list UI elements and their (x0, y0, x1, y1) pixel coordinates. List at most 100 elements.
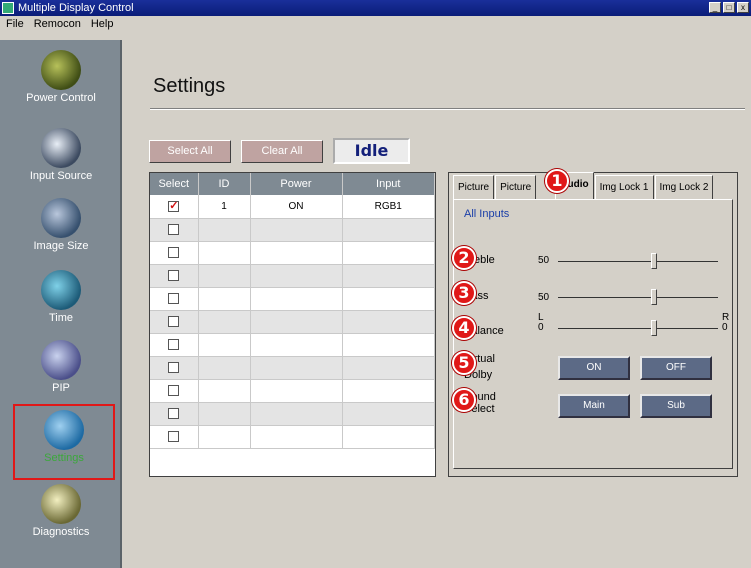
menu-file[interactable]: File (6, 16, 24, 32)
row-id-cell (198, 356, 251, 380)
row-checkbox[interactable] (168, 407, 180, 419)
row-select-cell (150, 402, 199, 426)
balance-left-value: 0 (538, 322, 544, 333)
table-row[interactable] (150, 425, 435, 449)
sidebar-item-label: Diagnostics (32, 526, 90, 538)
row-power-cell: ON (250, 195, 343, 219)
sidebar-item-pip[interactable]: PIP (0, 336, 122, 400)
sidebar-item-image-size[interactable]: Image Size (0, 194, 122, 258)
table-header-row: Select ID Power Input (150, 173, 435, 195)
title-divider (150, 108, 745, 110)
sidebar-item-label: Power Control (26, 92, 96, 104)
row-checkbox[interactable] (168, 292, 180, 304)
sidebar-item-time[interactable]: Time (0, 266, 122, 330)
dolby-on-button[interactable]: ON (558, 356, 630, 380)
audio-tab-body: All Inputs Treble 50 Bass 50 Balance L 0… (453, 199, 733, 469)
treble-slider[interactable] (558, 261, 718, 262)
minimize-button[interactable]: _ (709, 2, 721, 13)
table-row[interactable] (150, 218, 435, 242)
row-power-cell (250, 264, 343, 288)
tab-picture[interactable]: Picture (453, 175, 495, 199)
table-row[interactable]: 1ONRGB1 (150, 195, 435, 219)
tab-picture-2[interactable]: Picture (495, 175, 537, 199)
settings-icon (44, 410, 84, 450)
row-id-cell (198, 241, 251, 265)
diagnostics-icon (41, 484, 81, 524)
treble-slider-thumb[interactable] (651, 253, 657, 269)
maximize-button[interactable]: □ (723, 2, 735, 13)
row-power-cell (250, 241, 343, 265)
balance-slider[interactable] (558, 328, 718, 329)
balance-slider-thumb[interactable] (651, 320, 657, 336)
sidebar: Power Control Input Source Image Size Ti… (0, 40, 122, 568)
table-row[interactable] (150, 264, 435, 288)
table-row[interactable] (150, 402, 435, 426)
sidebar-item-label: Image Size (33, 240, 89, 252)
column-header-input[interactable]: Input (342, 173, 435, 195)
page-title: Settings (153, 75, 226, 97)
row-input-cell (342, 425, 435, 449)
input-source-icon (41, 128, 81, 168)
sidebar-item-label: PIP (52, 382, 70, 394)
column-header-id[interactable]: ID (198, 173, 251, 195)
row-checkbox[interactable] (168, 361, 180, 373)
table-row[interactable] (150, 310, 435, 334)
row-id-cell (198, 310, 251, 334)
row-id-cell (198, 264, 251, 288)
row-checkbox[interactable] (168, 430, 180, 442)
callout-badge-3: 3 (452, 281, 476, 305)
window-titlebar: Multiple Display Control _ □ x (0, 0, 751, 16)
sidebar-item-input-source[interactable]: Input Source (0, 124, 122, 188)
row-select-cell (150, 379, 199, 403)
row-select-cell (150, 333, 199, 357)
sidebar-item-power-control[interactable]: Power Control (0, 46, 122, 110)
sound-main-button[interactable]: Main (558, 394, 630, 418)
tab-img-lock-2[interactable]: Img Lock 2 (654, 175, 714, 199)
row-checkbox[interactable] (168, 223, 180, 235)
tab-img-lock-1[interactable]: Img Lock 1 (594, 175, 654, 199)
row-id-cell: 1 (198, 195, 251, 219)
menu-remocon[interactable]: Remocon (34, 16, 81, 32)
dolby-off-button[interactable]: OFF (640, 356, 712, 380)
callout-badge-4: 4 (452, 316, 476, 340)
clear-all-button[interactable]: Clear All (241, 140, 323, 163)
row-select-cell (150, 425, 199, 449)
table-row[interactable] (150, 287, 435, 311)
column-header-power[interactable]: Power (250, 173, 343, 195)
window-title: Multiple Display Control (18, 2, 134, 14)
row-checkbox[interactable] (168, 269, 180, 281)
row-power-cell (250, 310, 343, 334)
table-row[interactable] (150, 333, 435, 357)
row-select-cell (150, 287, 199, 311)
bass-slider[interactable] (558, 297, 718, 298)
row-select-cell (150, 310, 199, 334)
row-checkbox[interactable] (168, 315, 180, 327)
sidebar-item-settings[interactable]: Settings (13, 404, 115, 480)
callout-badge-2: 2 (452, 246, 476, 270)
table-row[interactable] (150, 241, 435, 265)
row-checkbox[interactable] (168, 246, 180, 258)
row-input-cell (342, 264, 435, 288)
sidebar-item-diagnostics[interactable]: Diagnostics (0, 480, 122, 544)
app-icon (2, 2, 14, 14)
row-checkbox[interactable] (168, 384, 180, 396)
bass-slider-thumb[interactable] (651, 289, 657, 305)
row-input-cell (342, 333, 435, 357)
table-row[interactable] (150, 379, 435, 403)
pip-icon (41, 340, 81, 380)
close-button[interactable]: x (737, 2, 749, 13)
sound-sub-button[interactable]: Sub (640, 394, 712, 418)
column-header-select[interactable]: Select (150, 173, 199, 195)
status-indicator: Idle (333, 138, 410, 164)
tab-strip: Picture Picture Audio Img Lock 1 Img Loc… (453, 172, 714, 199)
row-checkbox[interactable] (168, 199, 180, 212)
select-all-button[interactable]: Select All (149, 140, 231, 163)
menu-help[interactable]: Help (91, 16, 114, 32)
table-row[interactable] (150, 356, 435, 380)
row-checkbox[interactable] (168, 338, 180, 350)
menubar: File Remocon Help (0, 16, 751, 32)
row-select-cell (150, 241, 199, 265)
row-input-cell (342, 379, 435, 403)
power-control-icon (41, 50, 81, 90)
settings-panel: Picture Picture Audio Img Lock 1 Img Loc… (448, 172, 738, 477)
